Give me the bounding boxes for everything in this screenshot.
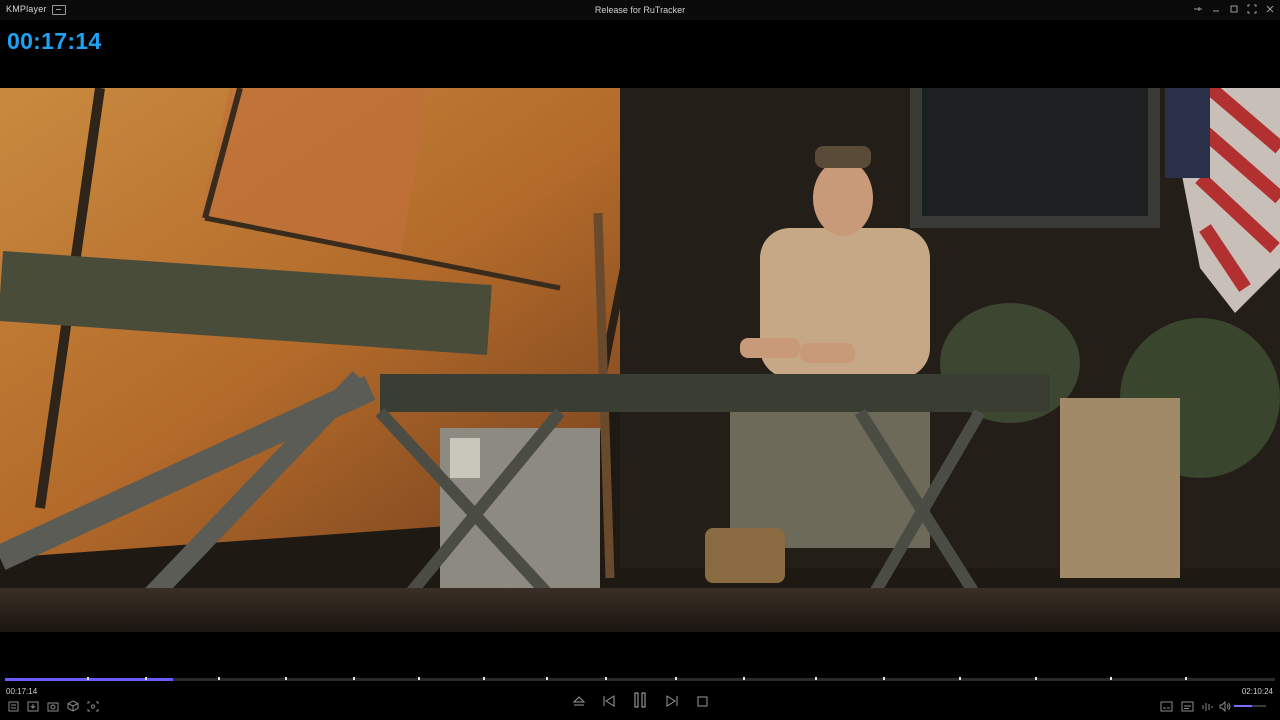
volume-level <box>1234 705 1252 707</box>
playlist-icon[interactable] <box>7 700 19 712</box>
video-frame[interactable] <box>0 88 1280 632</box>
volume-slider[interactable] <box>1234 705 1266 707</box>
chapter-marker[interactable] <box>285 677 287 680</box>
capture-icon[interactable] <box>46 700 60 712</box>
chapter-marker[interactable] <box>605 677 607 680</box>
pause-icon[interactable] <box>630 690 650 710</box>
total-time[interactable]: 02:10:24 <box>1242 687 1273 696</box>
next-icon[interactable] <box>664 693 680 709</box>
chapter-marker[interactable] <box>218 677 220 680</box>
3d-icon[interactable] <box>66 699 80 712</box>
chapter-marker[interactable] <box>546 677 548 680</box>
eject-icon[interactable] <box>571 693 587 709</box>
window-title: Release for RuTracker <box>594 5 686 15</box>
stop-icon[interactable] <box>694 693 710 709</box>
window-controls <box>1192 2 1276 16</box>
fullscreen-icon[interactable] <box>1246 2 1258 16</box>
seek-bar[interactable] <box>5 677 1275 681</box>
title-bar: KMPlayer Release for RuTracker <box>0 0 1280 20</box>
chapter-marker[interactable] <box>883 677 885 680</box>
maximize-icon[interactable] <box>1228 2 1240 16</box>
chapter-marker[interactable] <box>87 677 89 680</box>
chapter-marker[interactable] <box>418 677 420 680</box>
chapter-marker[interactable] <box>353 677 355 680</box>
chapter-marker[interactable] <box>1110 677 1112 680</box>
video-mode-icon[interactable] <box>1159 700 1174 712</box>
chapter-marker[interactable] <box>145 677 147 680</box>
volume-icon[interactable] <box>1218 700 1232 712</box>
chapter-marker[interactable] <box>1035 677 1037 680</box>
open-icon[interactable] <box>26 700 40 712</box>
previous-icon[interactable] <box>600 693 616 709</box>
vr-icon[interactable] <box>86 700 100 712</box>
subtitle-icon[interactable] <box>1180 700 1195 712</box>
pin-icon[interactable] <box>1192 2 1204 16</box>
equalizer-icon[interactable] <box>1200 700 1214 712</box>
chapter-marker[interactable] <box>1185 677 1187 680</box>
chapter-marker[interactable] <box>743 677 745 680</box>
chapter-marker[interactable] <box>483 677 485 680</box>
close-icon[interactable] <box>1264 2 1276 16</box>
video-scene <box>0 88 1280 632</box>
chapter-marker[interactable] <box>815 677 817 680</box>
minimize-icon[interactable] <box>1210 2 1222 16</box>
chapter-marker[interactable] <box>959 677 961 680</box>
chapter-marker[interactable] <box>675 677 677 680</box>
current-time[interactable]: 00:17:14 <box>6 687 37 696</box>
osd-current-time: 00:17:14 <box>7 28 102 54</box>
